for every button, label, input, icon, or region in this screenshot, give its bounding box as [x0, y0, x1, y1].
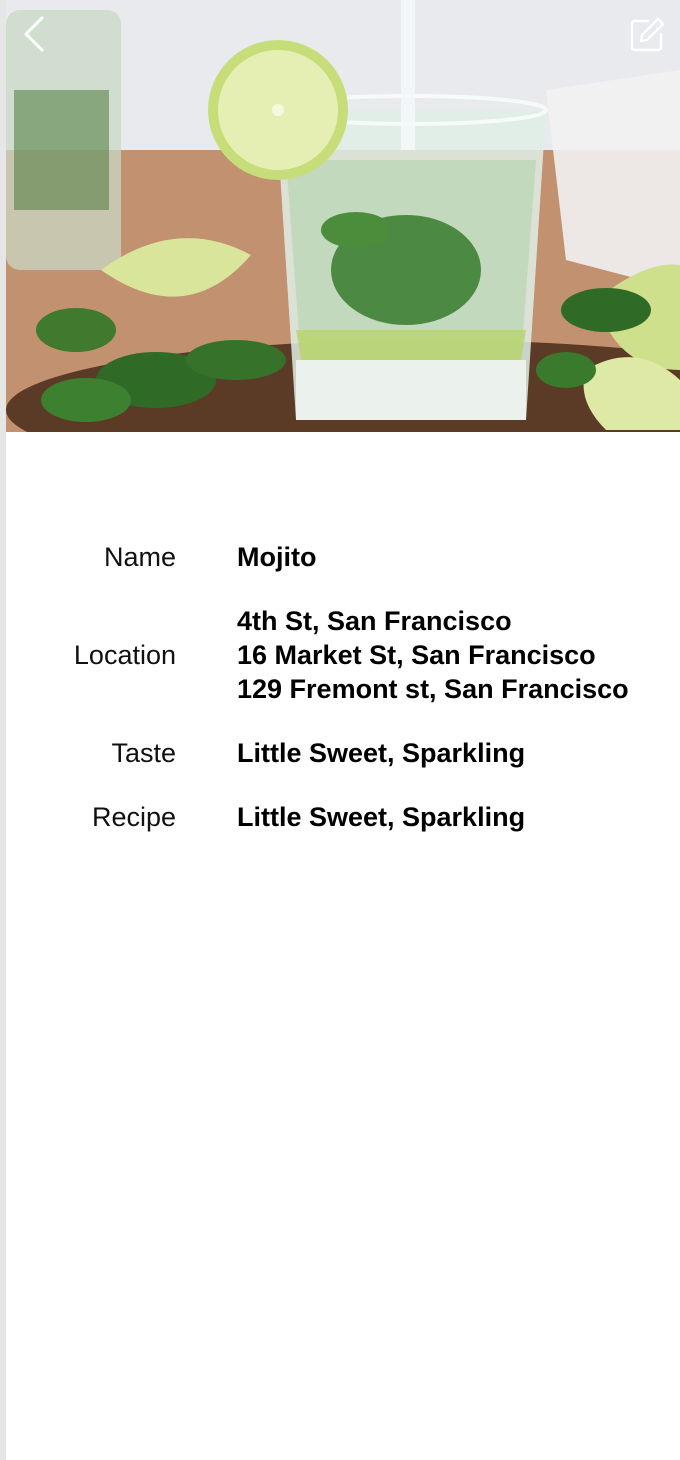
mojito-photo	[6, 0, 680, 432]
edit-button[interactable]	[628, 16, 666, 54]
edit-note-icon	[630, 17, 665, 52]
chevron-left-icon	[24, 16, 44, 52]
name-row: Name Mojito	[6, 540, 680, 574]
back-button[interactable]	[20, 14, 52, 54]
taste-row: Taste Little Sweet, Sparkling	[6, 736, 680, 770]
taste-value: Little Sweet, Sparkling	[237, 738, 526, 768]
name-label: Name	[103, 541, 176, 572]
recipe-row: Recipe Little Sweet, Sparkling	[6, 800, 680, 834]
drink-details: Name Mojito Location 4th St, San Francis…	[6, 540, 680, 864]
taste-label: Taste	[111, 737, 176, 768]
recipe-label: Recipe	[91, 801, 176, 832]
location-list: 4th St, San Francisco 16 Market St, San …	[237, 604, 629, 706]
location-row: Location 4th St, San Francisco 16 Market…	[6, 604, 680, 706]
location-item: 16 Market St, San Francisco	[237, 640, 596, 670]
location-item: 4th St, San Francisco	[237, 606, 512, 636]
location-label: Location	[73, 639, 176, 670]
hero-image	[6, 0, 680, 432]
name-value: Mojito	[237, 542, 317, 572]
recipe-value: Little Sweet, Sparkling	[237, 802, 526, 832]
location-item: 129 Fremont st, San Francisco	[237, 674, 629, 704]
